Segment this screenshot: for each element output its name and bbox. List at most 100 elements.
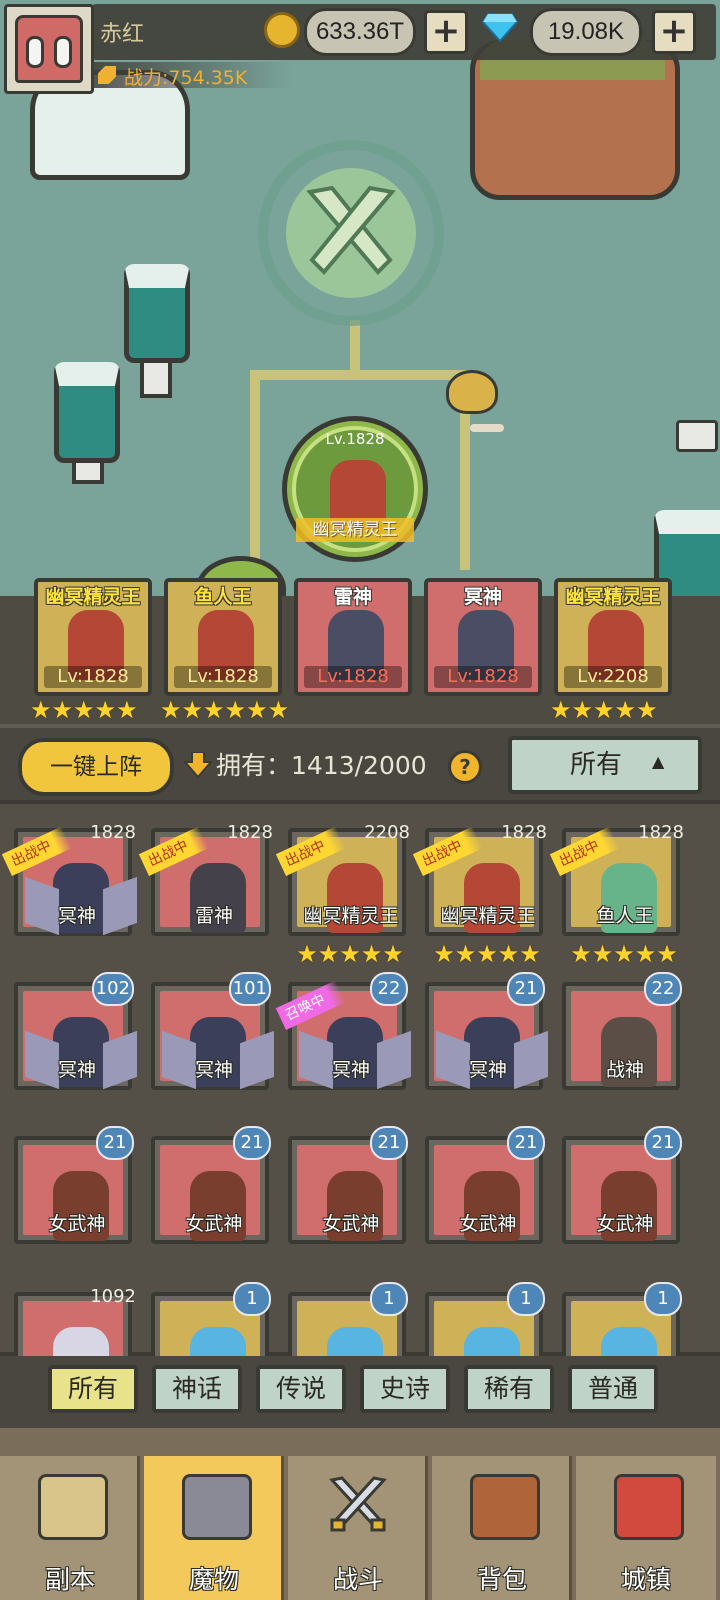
monster-card[interactable]: 1 xyxy=(425,1282,545,1356)
monster-name: 冥神 xyxy=(331,1059,370,1081)
gem-icon xyxy=(481,12,519,43)
nav-map[interactable]: 副本 xyxy=(0,1456,140,1600)
monster-level-badge: 1 xyxy=(644,1282,682,1316)
monster-level-badge: 1828 xyxy=(501,822,547,843)
team-slot-name: 鱼人王 xyxy=(194,586,252,608)
rarity-tab[interactable]: 传说 xyxy=(256,1365,346,1413)
team-slot[interactable]: 幽冥精灵王 Lv:1828 xyxy=(34,578,152,696)
monster-card[interactable]: 冥神 22 召唤中 xyxy=(275,972,408,1092)
monster-level-badge: 21 xyxy=(507,972,545,1006)
monster-card[interactable]: 1 xyxy=(288,1282,408,1356)
monster-level-badge: 102 xyxy=(91,972,134,1006)
nav-label: 背包 xyxy=(476,1565,527,1594)
team-slot[interactable]: 雷神 Lv:1828 xyxy=(294,578,412,696)
monster-name: 战神 xyxy=(605,1059,644,1081)
monster-card[interactable]: 女武神 21 xyxy=(562,1126,682,1246)
player-avatar[interactable] xyxy=(4,4,94,94)
player-name: 赤红 xyxy=(100,22,145,47)
monster-card[interactable]: 鱼人王 1828 出战中 ★★★★★ xyxy=(549,818,684,968)
monster-level-badge: 22 xyxy=(644,972,682,1006)
rarity-tab[interactable]: 神话 xyxy=(152,1365,242,1413)
monster-card[interactable]: 冥神 101 xyxy=(151,972,271,1092)
monster-figure xyxy=(327,1327,383,1356)
rarity-tab[interactable]: 稀有 xyxy=(464,1365,554,1413)
monster-card[interactable]: 冥神 1828 出战中 xyxy=(1,818,136,938)
gem-amount: 19.08K xyxy=(530,8,642,56)
monster-card[interactable]: 女武神 21 xyxy=(288,1126,408,1246)
nav-label: 战斗 xyxy=(332,1565,383,1594)
skull-icon xyxy=(446,370,498,414)
crossed-swords-emblem-icon[interactable] xyxy=(286,168,416,298)
nav-crossed-swords[interactable]: 战斗 xyxy=(288,1456,428,1600)
monster-card[interactable]: 冥神 102 xyxy=(14,972,134,1092)
monster-figure xyxy=(190,1327,246,1356)
nav-monster-helmet[interactable]: 魔物 xyxy=(144,1456,284,1600)
sort-down-arrow-icon xyxy=(182,751,214,779)
boss-name: 幽冥精灵王 xyxy=(296,518,414,542)
gold-amount: 633.36T xyxy=(304,8,416,56)
rarity-tab[interactable]: 所有 xyxy=(48,1365,138,1413)
nav-backpack[interactable]: 背包 xyxy=(432,1456,572,1600)
team-slot-name: 幽冥精灵王 xyxy=(45,586,141,608)
team-slot[interactable]: 鱼人王 Lv:1828 xyxy=(164,578,282,696)
monster-level-badge: 21 xyxy=(370,1126,408,1160)
team-slot-level: Lv:1828 xyxy=(434,666,532,688)
monster-card[interactable]: 女武神 21 xyxy=(151,1126,271,1246)
team-slot-stars: ★★★★★★★★★★ xyxy=(160,698,290,722)
team-slot-level: Lv:1828 xyxy=(304,666,402,688)
monster-level-badge: 1 xyxy=(233,1282,271,1316)
nav-label: 副本 xyxy=(44,1565,95,1594)
monster-card[interactable]: 幽冥精灵王 2208 出战中 ★★★★★ xyxy=(275,818,410,968)
monster-card[interactable]: 1 xyxy=(562,1282,682,1356)
shop-icon xyxy=(614,1474,684,1540)
monster-level-badge: 22 xyxy=(370,972,408,1006)
monster-card[interactable]: 战神 22 xyxy=(562,972,682,1092)
nav-shop[interactable]: 城镇 xyxy=(576,1456,716,1600)
monster-stars: ★★★★★ xyxy=(296,940,404,968)
monster-level-badge: 1828 xyxy=(227,822,273,843)
monster-level-badge: 1 xyxy=(370,1282,408,1316)
monster-card[interactable]: 女武神 21 xyxy=(425,1126,545,1246)
category-select-value: 所有 xyxy=(569,750,622,780)
boss-level: Lv.1828 xyxy=(325,430,385,448)
team-slot-level: Lv:2208 xyxy=(564,666,662,688)
monster-level-badge: 1 xyxy=(507,1282,545,1316)
help-icon[interactable]: ? xyxy=(448,750,482,784)
monster-figure xyxy=(464,1327,520,1356)
add-gold-button[interactable]: + xyxy=(424,10,468,54)
monster-card[interactable]: 冥神 21 xyxy=(425,972,545,1092)
monster-figure xyxy=(53,1327,109,1356)
world-map[interactable]: Lv.1828 幽冥精灵王 xyxy=(0,0,720,610)
monster-name: 幽冥精灵王 xyxy=(440,905,536,927)
rarity-tab[interactable]: 普通 xyxy=(568,1365,658,1413)
combat-power: 战力:754.35K xyxy=(124,67,248,89)
monster-name: 女武神 xyxy=(185,1213,243,1235)
team-slot-stars: ★★★★★ xyxy=(30,696,138,724)
monster-card[interactable]: 幽冥精灵王 1828 出战中 ★★★★★ xyxy=(412,818,547,968)
avatar-face-icon xyxy=(15,15,83,83)
monster-level-badge: 1092 xyxy=(90,1286,134,1307)
bone-icon xyxy=(470,424,504,432)
monster-name: 女武神 xyxy=(48,1213,106,1235)
monster-level-badge: 21 xyxy=(96,1126,134,1160)
monster-name: 女武神 xyxy=(596,1213,654,1235)
add-gems-button[interactable]: + xyxy=(652,10,696,54)
monster-name: 冥神 xyxy=(194,1059,233,1081)
monster-name: 冥神 xyxy=(57,1059,96,1081)
avatar-eye xyxy=(26,36,44,68)
gold-coin-icon xyxy=(264,12,300,48)
auto-deploy-button[interactable]: 一键上阵 xyxy=(18,738,174,796)
monster-card[interactable]: 1092 xyxy=(14,1282,134,1356)
team-slot-stars: ★★★★★ xyxy=(550,696,658,724)
rarity-tab[interactable]: 史诗 xyxy=(360,1365,450,1413)
monster-card[interactable]: 雷神 1828 出战中 xyxy=(138,818,273,938)
monster-level-badge: 2208 xyxy=(364,822,410,843)
monster-name: 女武神 xyxy=(459,1213,517,1235)
backpack-icon xyxy=(470,1474,540,1540)
monster-stars: ★★★★★ xyxy=(570,940,678,968)
team-slot[interactable]: 冥神 Lv:1828 xyxy=(424,578,542,696)
snowy-tree xyxy=(124,264,190,363)
monster-card[interactable]: 女武神 21 xyxy=(14,1126,134,1246)
monster-card[interactable]: 1 xyxy=(151,1282,271,1356)
team-slot[interactable]: 幽冥精灵王 Lv:2208 xyxy=(554,578,672,696)
